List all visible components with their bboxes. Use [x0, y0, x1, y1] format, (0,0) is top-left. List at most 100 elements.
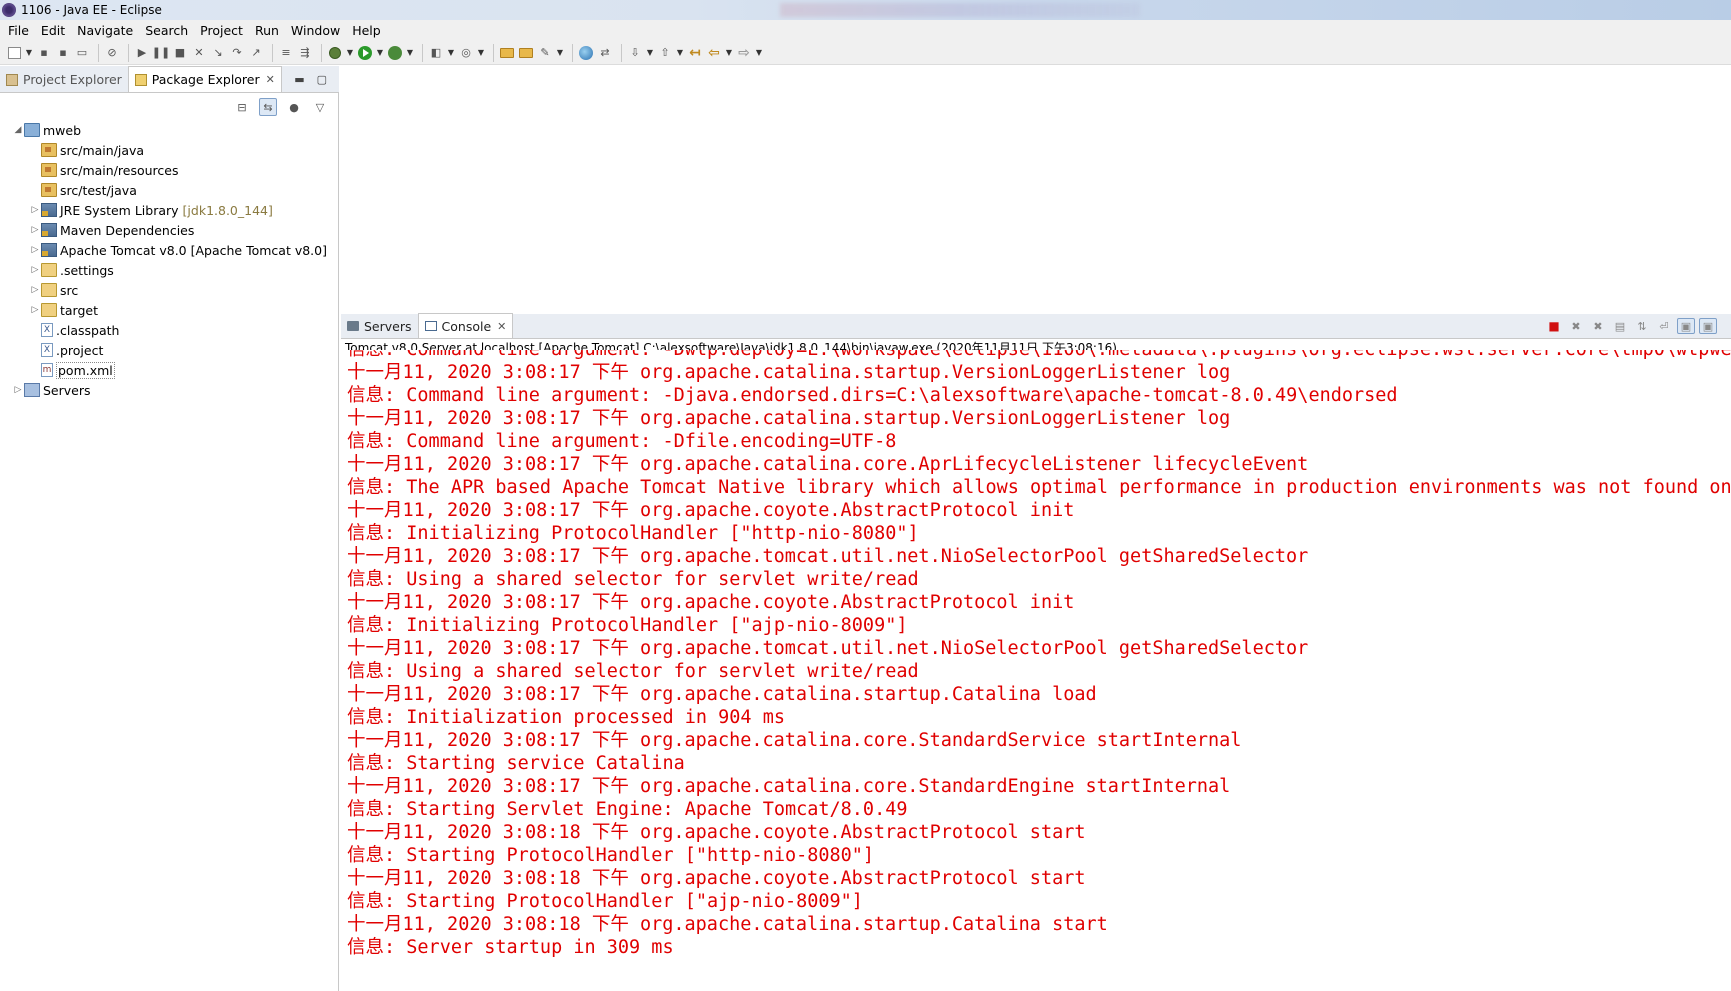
tree-item-label: Maven Dependencies — [60, 222, 195, 238]
clear-console-icon[interactable]: ▤ — [1611, 318, 1629, 334]
collapsed-arrow-icon[interactable]: ▷ — [29, 265, 41, 275]
tree-item[interactable]: X .classpath — [0, 320, 339, 340]
tab-console[interactable]: Console ✕ — [417, 313, 514, 338]
menu-edit[interactable]: Edit — [35, 23, 71, 38]
tree-item[interactable]: src/main/resources — [0, 160, 339, 180]
tree-item-label: Servers — [43, 382, 91, 398]
collapsed-arrow-icon[interactable]: ▷ — [29, 225, 41, 235]
save-icon[interactable]: ▪ — [36, 45, 52, 61]
collapsed-arrow-icon[interactable]: ▷ — [29, 305, 41, 315]
use-step-filters-icon[interactable]: ⇶ — [297, 45, 313, 61]
tree-item[interactable]: m pom.xml — [0, 360, 339, 380]
last-edit-location-icon[interactable]: ↤ — [687, 45, 703, 61]
minimize-icon[interactable]: ▬ — [294, 73, 304, 86]
tree-item[interactable]: ▷ Apache Tomcat v8.0 [Apache Tomcat v8.0] — [0, 240, 339, 260]
run-icon[interactable] — [357, 45, 373, 61]
tree-item[interactable]: ▷ JRE System Library [jdk1.8.0_144] — [0, 200, 339, 220]
previous-annotation-dropdown-icon[interactable]: ▼ — [676, 45, 684, 61]
skip-breakpoints-icon[interactable]: ⊘ — [104, 45, 120, 61]
menu-help[interactable]: Help — [346, 23, 387, 38]
back-icon[interactable]: ⇦ — [706, 45, 722, 61]
tree-item[interactable]: X .project — [0, 340, 339, 360]
back-dropdown-icon[interactable]: ▼ — [725, 45, 733, 61]
forward-dropdown-icon[interactable]: ▼ — [755, 45, 763, 61]
new-server-icon[interactable]: ◧ — [428, 45, 444, 61]
view-menu-icon[interactable]: ▽ — [311, 98, 329, 116]
editor-area[interactable] — [341, 78, 1731, 310]
step-return-icon[interactable]: ↗ — [248, 45, 264, 61]
console-log-line: 十一月11, 2020 3:08:17 下午 org.apache.catali… — [347, 730, 1242, 751]
collapsed-arrow-icon[interactable]: ▷ — [29, 205, 41, 215]
tree-item[interactable]: ▷ .settings — [0, 260, 339, 280]
link-with-editor-icon[interactable]: ⇆ — [259, 98, 277, 116]
new-dropdown-icon[interactable]: ▼ — [25, 45, 33, 61]
remove-all-terminated-icon[interactable]: ✖ — [1589, 318, 1607, 334]
external-tools-dropdown-icon[interactable]: ▼ — [406, 45, 414, 61]
close-tab-icon[interactable]: ✕ — [266, 73, 275, 86]
toolbar-separator — [128, 43, 129, 62]
tree-item[interactable]: ▷ src — [0, 280, 339, 300]
menu-run[interactable]: Run — [249, 23, 285, 38]
open-type-icon[interactable] — [499, 45, 515, 61]
debug-dropdown-icon[interactable]: ▼ — [346, 45, 354, 61]
new-web-service-icon[interactable]: ◎ — [458, 45, 474, 61]
open-task-icon[interactable] — [518, 45, 534, 61]
previous-annotation-icon[interactable]: ⇧ — [657, 45, 673, 61]
maximize-icon[interactable]: ▢ — [317, 73, 327, 86]
next-annotation-dropdown-icon[interactable]: ▼ — [646, 45, 654, 61]
pin-console-icon[interactable]: ▣ — [1677, 318, 1695, 334]
step-into-icon[interactable]: ↘ — [210, 45, 226, 61]
tree-item[interactable]: ▷ Maven Dependencies — [0, 220, 339, 240]
tab-package-explorer[interactable]: Package Explorer ✕ — [127, 66, 282, 92]
terminate-icon[interactable]: ■ — [1545, 318, 1563, 334]
servers-icon — [347, 321, 359, 331]
disconnect-icon[interactable]: ✕ — [191, 45, 207, 61]
collapse-all-icon[interactable]: ⊟ — [233, 98, 251, 116]
forward-icon[interactable]: ⇨ — [736, 45, 752, 61]
collapsed-arrow-icon[interactable]: ▷ — [12, 385, 24, 395]
search-icon[interactable]: ✎ — [537, 45, 553, 61]
toggle-breadcrumb-icon[interactable]: ⇄ — [597, 45, 613, 61]
focus-active-task-icon[interactable]: ● — [285, 98, 303, 116]
new-web-service-dropdown-icon[interactable]: ▼ — [477, 45, 485, 61]
step-over-icon[interactable]: ↷ — [229, 45, 245, 61]
run-dropdown-icon[interactable]: ▼ — [376, 45, 384, 61]
tree-item[interactable]: ▷ target — [0, 300, 339, 320]
scroll-lock-icon[interactable]: ⇅ — [1633, 318, 1651, 334]
toolbar-separator — [98, 43, 99, 62]
menu-file[interactable]: File — [2, 23, 35, 38]
menu-search[interactable]: Search — [139, 23, 194, 38]
menu-navigate[interactable]: Navigate — [71, 23, 139, 38]
open-web-browser-icon[interactable] — [578, 45, 594, 61]
search-dropdown-icon[interactable]: ▼ — [556, 45, 564, 61]
tab-servers[interactable]: Servers — [341, 314, 418, 338]
console-log-line: 十一月11, 2020 3:08:18 下午 org.apache.coyote… — [347, 868, 1086, 889]
suspend-icon[interactable]: ❚❚ — [152, 45, 170, 61]
word-wrap-icon[interactable]: ⏎ — [1655, 318, 1673, 334]
terminate-icon[interactable]: ■ — [172, 45, 188, 61]
console-log-line: 信息: Server startup in 309 ms — [347, 937, 674, 958]
display-selected-console-icon[interactable]: ▣ — [1699, 318, 1717, 334]
expanded-arrow-icon[interactable]: ◢ — [12, 125, 24, 135]
next-annotation-icon[interactable]: ⇩ — [627, 45, 643, 61]
remove-launch-icon[interactable]: ✖ — [1567, 318, 1585, 334]
collapsed-arrow-icon[interactable]: ▷ — [29, 245, 41, 255]
menu-project[interactable]: Project — [194, 23, 249, 38]
close-tab-icon[interactable]: ✕ — [497, 320, 506, 333]
print-icon[interactable]: ▭ — [74, 45, 90, 61]
debug-icon[interactable] — [327, 45, 343, 61]
tab-project-explorer[interactable]: Project Explorer — [0, 67, 128, 92]
save-all-icon[interactable]: ▪ — [55, 45, 71, 61]
console-output[interactable]: 信息: Command line argument: -Dwtp.deploy=… — [341, 350, 1731, 991]
tree-item[interactable]: ▷ Servers — [0, 380, 339, 400]
resume-icon[interactable]: ▶ — [134, 45, 150, 61]
menu-window[interactable]: Window — [285, 23, 346, 38]
new-icon[interactable] — [6, 45, 22, 61]
external-tools-icon[interactable] — [387, 45, 403, 61]
new-server-dropdown-icon[interactable]: ▼ — [447, 45, 455, 61]
tree-item[interactable]: ◢ mweb — [0, 120, 339, 140]
tree-item[interactable]: src/test/java — [0, 180, 339, 200]
collapsed-arrow-icon[interactable]: ▷ — [29, 285, 41, 295]
tree-item[interactable]: src/main/java — [0, 140, 339, 160]
toggle-word-wrap-icon[interactable]: ≡ — [278, 45, 294, 61]
